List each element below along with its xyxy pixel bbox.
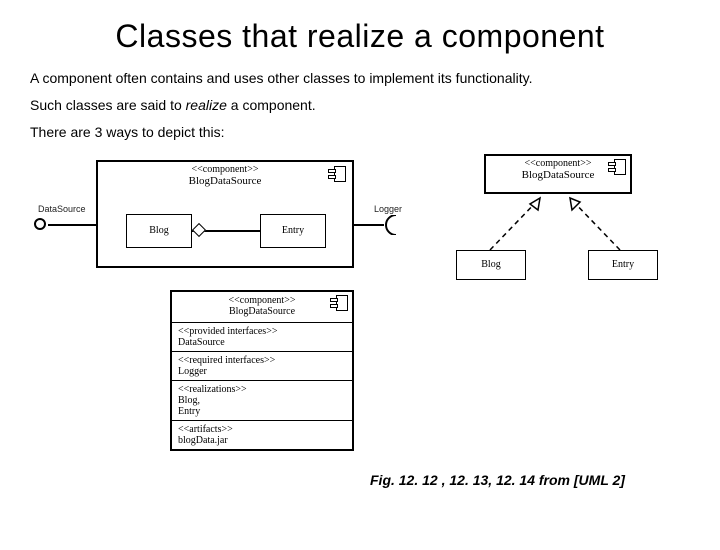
d2-class-entry-label: Entry (612, 259, 634, 270)
desc-2-post: a component. (227, 97, 316, 113)
connector-line (48, 224, 96, 226)
required-interface-label: Logger (374, 204, 402, 214)
figure-caption: Fig. 12. 12 , 12. 13, 12. 14 from [UML 2… (370, 472, 625, 488)
d3-realizations-heading: <<realizations>> (178, 384, 346, 395)
d1-class-entry: Entry (260, 214, 326, 248)
required-interface-icon (382, 215, 398, 235)
desc-2-pre: Such classes are said to (30, 97, 186, 113)
connector-line (354, 224, 384, 226)
component-icon (608, 159, 626, 177)
d2-component-box: <<component>> BlogDataSource (484, 154, 632, 194)
provided-interface-icon (34, 218, 46, 230)
realization-arrow-icon (490, 194, 560, 250)
d2-class-blog-label: Blog (481, 259, 500, 270)
description-line-2: Such classes are said to realize a compo… (30, 96, 690, 115)
d1-component-name: BlogDataSource (98, 175, 352, 187)
d3-realizations-value-1: Blog, (178, 395, 346, 406)
d1-component-box: <<component>> BlogDataSource Blog Entry (96, 160, 354, 268)
description-line-3: There are 3 ways to depict this: (30, 123, 690, 142)
d3-artifacts-heading: <<artifacts>> (178, 424, 346, 435)
d3-component-box: <<component>> BlogDataSource <<provided … (170, 290, 354, 451)
desc-2-em: realize (186, 97, 227, 113)
d1-class-blog: Blog (126, 214, 192, 248)
component-icon (328, 166, 346, 184)
d1-class-entry-label: Entry (282, 225, 304, 236)
page-title: Classes that realize a component (30, 18, 690, 55)
realization-arrow-icon (560, 194, 630, 250)
aggregation-diamond-icon (192, 223, 206, 237)
d2-class-blog: Blog (456, 250, 526, 280)
d3-provided-heading: <<provided interfaces>> (178, 326, 346, 337)
d3-realizations-value-2: Entry (178, 406, 346, 417)
diagram-area: DataSource <<component>> BlogDataSource … (30, 150, 690, 550)
d3-artifacts-value: blogData.jar (178, 435, 346, 446)
d3-component-name: BlogDataSource (178, 306, 346, 317)
d1-class-blog-label: Blog (149, 225, 168, 236)
d3-stereotype: <<component>> (178, 295, 346, 306)
d2-class-entry: Entry (588, 250, 658, 280)
d3-required-heading: <<required interfaces>> (178, 355, 346, 366)
d3-required-value: Logger (178, 366, 346, 377)
d1-stereotype: <<component>> (98, 164, 352, 175)
component-icon (330, 295, 348, 313)
provided-interface-label: DataSource (38, 204, 86, 214)
description-line-1: A component often contains and uses othe… (30, 69, 690, 88)
d3-provided-value: DataSource (178, 337, 346, 348)
